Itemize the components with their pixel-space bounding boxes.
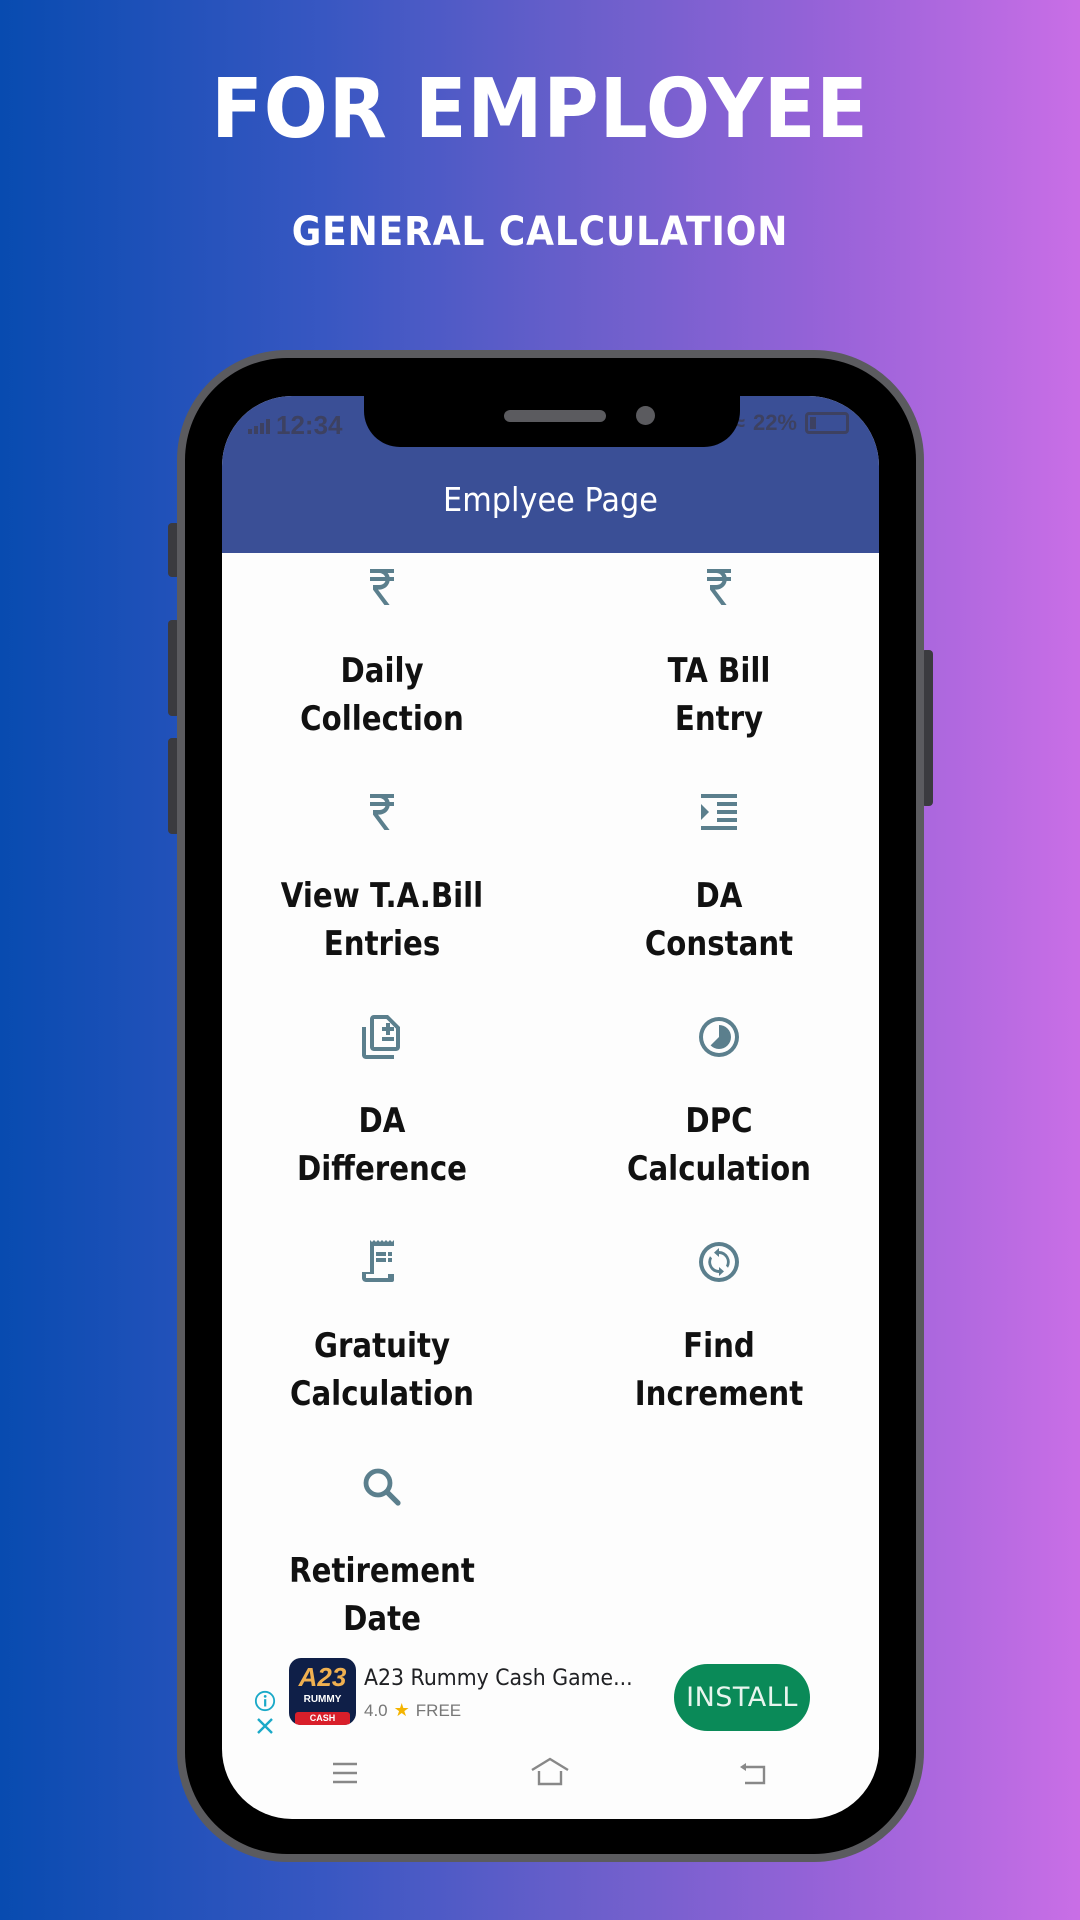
signal-icon bbox=[248, 418, 270, 434]
difference-icon bbox=[358, 1013, 406, 1061]
rupee-icon bbox=[695, 563, 743, 611]
star-icon: ★ bbox=[393, 1700, 410, 1720]
battery-icon bbox=[805, 412, 849, 434]
phone-screen: 12:34 ≈ 22% Emplyee Page Daily Collection… bbox=[222, 396, 879, 1819]
menu-item-gratuity-calculation[interactable]: Gratuity Calculation bbox=[222, 1228, 547, 1453]
menu-item-label: Retirement bbox=[289, 1551, 475, 1591]
rupee-icon bbox=[358, 563, 406, 611]
menu-item-ta-bill-entry[interactable]: TA Bill Entry bbox=[554, 553, 879, 778]
ad-price: FREE bbox=[415, 1700, 462, 1720]
menu-item-label: TA Bill bbox=[667, 651, 771, 691]
battery-percent: 22% bbox=[752, 410, 797, 435]
ad-info-icon[interactable] bbox=[254, 1690, 276, 1712]
back-icon bbox=[740, 1763, 766, 1785]
menu-item-view-ta-bill-entries[interactable]: View T.A.Bill Entries bbox=[222, 778, 547, 1003]
menu-item-label: Find bbox=[683, 1326, 755, 1366]
menu-item-label: Daily bbox=[340, 651, 424, 691]
menu-item-label: DA bbox=[695, 876, 743, 916]
sync-circle-icon bbox=[695, 1238, 743, 1286]
promo-headline: FOR EMPLOYEE bbox=[211, 62, 869, 157]
menu-item-find-increment[interactable]: Find Increment bbox=[554, 1228, 879, 1453]
search-icon bbox=[358, 1463, 406, 1511]
app-bar: 12:34 ≈ 22% Emplyee Page bbox=[222, 396, 879, 553]
menu-item-label: Collection bbox=[300, 699, 464, 739]
page-title: Emplyee Page bbox=[443, 480, 658, 519]
system-nav-bar bbox=[222, 1739, 879, 1819]
menu-item-daily-collection[interactable]: Daily Collection bbox=[222, 553, 547, 778]
nav-home-button[interactable] bbox=[528, 1753, 572, 1793]
promo-subheadline: GENERAL CALCULATION bbox=[291, 209, 789, 255]
nav-menu-button[interactable] bbox=[323, 1753, 367, 1793]
status-bar-right: ≈ 22% bbox=[733, 410, 849, 436]
install-button[interactable]: INSTALL bbox=[674, 1664, 810, 1731]
menu-item-label: Calculation bbox=[289, 1374, 475, 1414]
menu-item-retirement-date[interactable]: Retirement Date bbox=[222, 1453, 547, 1678]
menu-item-label: DA bbox=[358, 1101, 406, 1141]
menu-item-label: Date bbox=[343, 1599, 421, 1639]
menu-item-da-difference[interactable]: DA Difference bbox=[222, 1003, 547, 1228]
menu-item-label: Difference bbox=[296, 1149, 468, 1189]
menu-item-label: Constant bbox=[644, 924, 794, 964]
home-icon bbox=[531, 1757, 569, 1786]
menu-item-label: Entries bbox=[323, 924, 441, 964]
pie-timer-icon bbox=[695, 1013, 743, 1061]
front-camera bbox=[636, 406, 655, 425]
menu-item-dpc-calculation[interactable]: DPC Calculation bbox=[554, 1003, 879, 1228]
ad-app-icon-badge: CASH bbox=[295, 1712, 350, 1725]
ad-app-icon[interactable]: A23 RUMMY CASH bbox=[289, 1658, 356, 1725]
receipt-icon bbox=[358, 1238, 406, 1286]
format-indent-icon bbox=[695, 788, 743, 836]
ad-app-icon-logo: A23 bbox=[298, 1662, 347, 1692]
menu-item-label: Calculation bbox=[626, 1149, 812, 1189]
ad-meta: 4.0 ★ FREE bbox=[364, 1700, 461, 1721]
ad-rating: 4.0 bbox=[364, 1700, 388, 1720]
ad-banner[interactable]: A23 RUMMY CASH A23 Rummy Cash Game... 4.… bbox=[222, 1646, 879, 1746]
speaker-grille bbox=[504, 410, 606, 422]
menu-item-da-constant[interactable]: DA Constant bbox=[554, 778, 879, 1003]
nav-back-button[interactable] bbox=[732, 1753, 776, 1793]
menu-item-label: Increment bbox=[634, 1374, 804, 1414]
status-bar-left: 12:34 bbox=[248, 410, 343, 441]
menu-item-label: Gratuity bbox=[313, 1326, 451, 1366]
phone-notch bbox=[364, 396, 740, 447]
status-time: 12:34 bbox=[276, 410, 343, 440]
rupee-icon bbox=[358, 788, 406, 836]
menu-item-label: DPC bbox=[685, 1101, 753, 1141]
menu-item-label: Entry bbox=[674, 699, 764, 739]
menu-icon bbox=[333, 1762, 357, 1784]
menu-item-label: View T.A.Bill bbox=[280, 876, 484, 916]
ad-title[interactable]: A23 Rummy Cash Game... bbox=[364, 1666, 633, 1691]
ad-app-icon-sub: RUMMY bbox=[303, 1694, 342, 1705]
ad-close-icon[interactable] bbox=[255, 1716, 275, 1736]
